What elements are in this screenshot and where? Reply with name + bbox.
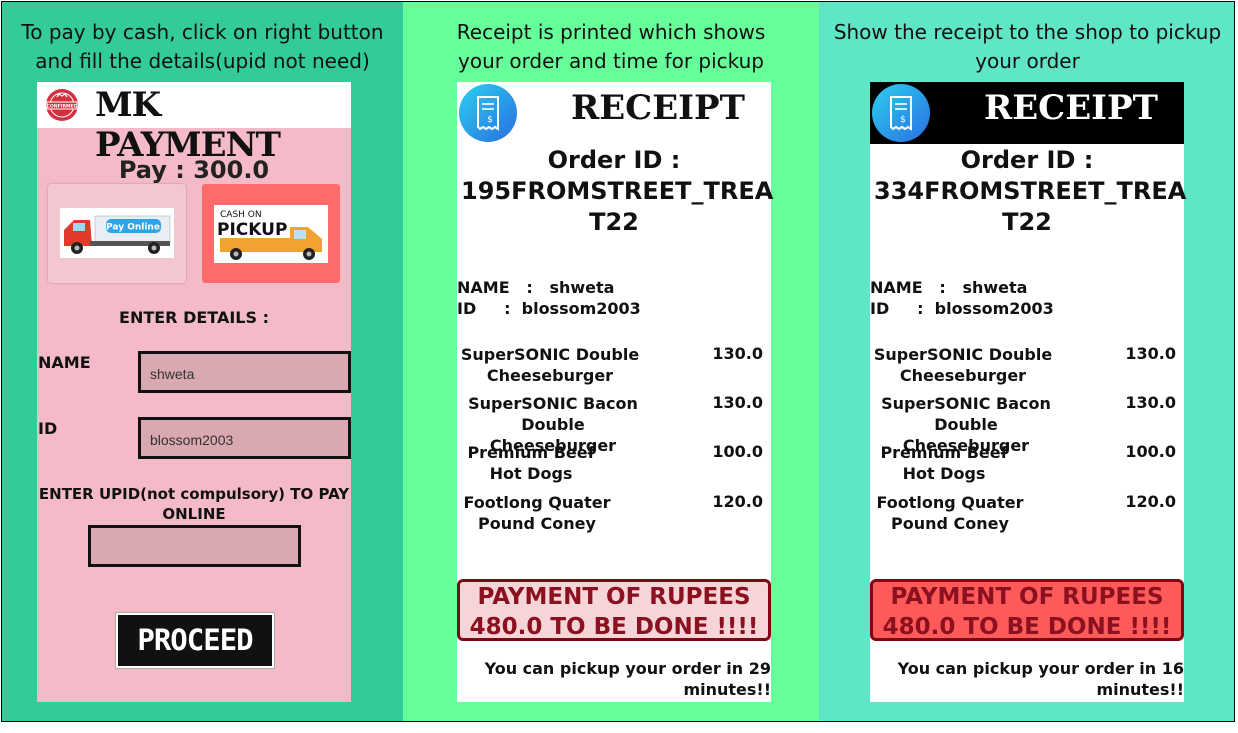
item-price: 100.0 — [712, 442, 763, 461]
receipt-title: RECEIPT — [571, 88, 745, 128]
online-truck-icon: Pay Online — [60, 208, 174, 258]
customer-id: ID : blossom2003 — [457, 299, 641, 318]
svg-text:$: $ — [900, 115, 906, 125]
item-name: SuperSONIC Double Cheeseburger — [460, 345, 640, 385]
app-header: CONFIRMED MK PAYMENT — [37, 82, 351, 165]
pay-amount: Pay : 300.0 — [118, 156, 270, 184]
name-label: NAME — [38, 353, 91, 372]
item-price: 120.0 — [1125, 492, 1176, 511]
customer-id: ID : blossom2003 — [870, 299, 1054, 318]
pickup-line-1: You can pickup your order in 16 — [897, 659, 1184, 678]
item-price: 130.0 — [1125, 393, 1176, 412]
receipt-title: RECEIPT — [984, 88, 1158, 128]
item-price: 130.0 — [712, 393, 763, 412]
customer-name: NAME : shweta — [870, 278, 1028, 297]
cash-on-pickup-option[interactable]: CASH ON PICKUP — [202, 184, 340, 283]
svg-text:Pay Online: Pay Online — [106, 223, 160, 233]
receipt-header: $ RECEIPT — [870, 82, 1184, 144]
receipt-icon: $ — [872, 84, 930, 142]
item-name: Premium Beef Hot Dogs — [880, 443, 1008, 483]
order-id: Order ID : 195FROMSTREET_TREA T22 — [461, 146, 774, 236]
receipt-screen: $ RECEIPT Order ID : 334FROMSTREET_TREA … — [870, 82, 1187, 702]
upi-input[interactable] — [88, 525, 301, 567]
item-price: 130.0 — [712, 344, 763, 363]
svg-text:$: $ — [487, 115, 493, 125]
payment-screen: CONFIRMED MK PAYMENT Pay : 300.0 Pay Onl… — [37, 82, 351, 702]
payment-due-banner: PAYMENT OF RUPEES 480.0 TO BE DONE !!!! — [870, 579, 1184, 641]
payment-line-1: PAYMENT OF RUPEES — [890, 584, 1164, 610]
name-input[interactable]: shweta — [138, 351, 351, 393]
receipt-screen: $ RECEIPT Order ID : 195FROMSTREET_TREA … — [457, 82, 774, 702]
item-name: SuperSONIC Double Cheeseburger — [873, 345, 1053, 385]
pickup-line-2: minutes!! — [683, 680, 771, 699]
pickup-line-1: You can pickup your order in 29 — [484, 659, 771, 678]
item-price: 100.0 — [1125, 442, 1176, 461]
confirmed-badge-icon: CONFIRMED — [46, 89, 78, 121]
customer-name: NAME : shweta — [457, 278, 615, 297]
payment-due-banner: PAYMENT OF RUPEES 480.0 TO BE DONE !!!! — [457, 579, 771, 641]
app-title: MK PAYMENT — [95, 85, 281, 165]
step-3-panel: Show the receipt to the shop to pickup y… — [819, 2, 1234, 721]
item-name: Premium Beef Hot Dogs — [467, 443, 595, 483]
upi-label: ENTER UPID(not compulsory) TO PAY ONLINE — [38, 485, 350, 523]
pay-online-option[interactable]: Pay Online — [48, 184, 186, 283]
receipt-header: $ RECEIPT — [457, 82, 771, 144]
id-label: ID — [38, 419, 58, 438]
pickup-time: You can pickup your order in 29 minutes!… — [471, 658, 771, 700]
item-name: Footlong Quater Pound Coney — [463, 493, 611, 533]
receipt-icon: $ — [459, 84, 517, 142]
svg-text:CASH ON: CASH ON — [220, 210, 262, 220]
tutorial-frame: To pay by cash, click on right button an… — [1, 1, 1235, 722]
step-2-panel: Receipt is printed which shows your orde… — [403, 2, 819, 721]
item-name: Footlong Quater Pound Coney — [876, 493, 1024, 533]
enter-details-heading: ENTER DETAILS : — [119, 308, 269, 327]
id-input[interactable]: blossom2003 — [138, 417, 351, 459]
svg-text:PICKUP: PICKUP — [217, 220, 287, 240]
step-1-caption: To pay by cash, click on right button an… — [21, 20, 384, 73]
payment-line-2: 480.0 TO BE DONE !!!! — [882, 614, 1172, 640]
pickup-line-2: minutes!! — [1096, 680, 1184, 699]
step-3-caption: Show the receipt to the shop to pickup y… — [833, 20, 1222, 73]
payment-line-2: 480.0 TO BE DONE !!!! — [469, 614, 759, 640]
order-id: Order ID : 334FROMSTREET_TREA T22 — [874, 146, 1187, 236]
payment-line-1: PAYMENT OF RUPEES — [477, 584, 751, 610]
step-1-panel: To pay by cash, click on right button an… — [2, 2, 403, 721]
proceed-button[interactable]: PROCEED — [115, 612, 275, 669]
pickup-truck-icon: CASH ON PICKUP — [214, 205, 328, 263]
item-price: 120.0 — [712, 492, 763, 511]
svg-text:CONFIRMED: CONFIRMED — [46, 104, 77, 110]
pickup-time: You can pickup your order in 16 minutes!… — [884, 658, 1184, 700]
step-2-caption: Receipt is printed which shows your orde… — [456, 20, 766, 73]
item-price: 130.0 — [1125, 344, 1176, 363]
